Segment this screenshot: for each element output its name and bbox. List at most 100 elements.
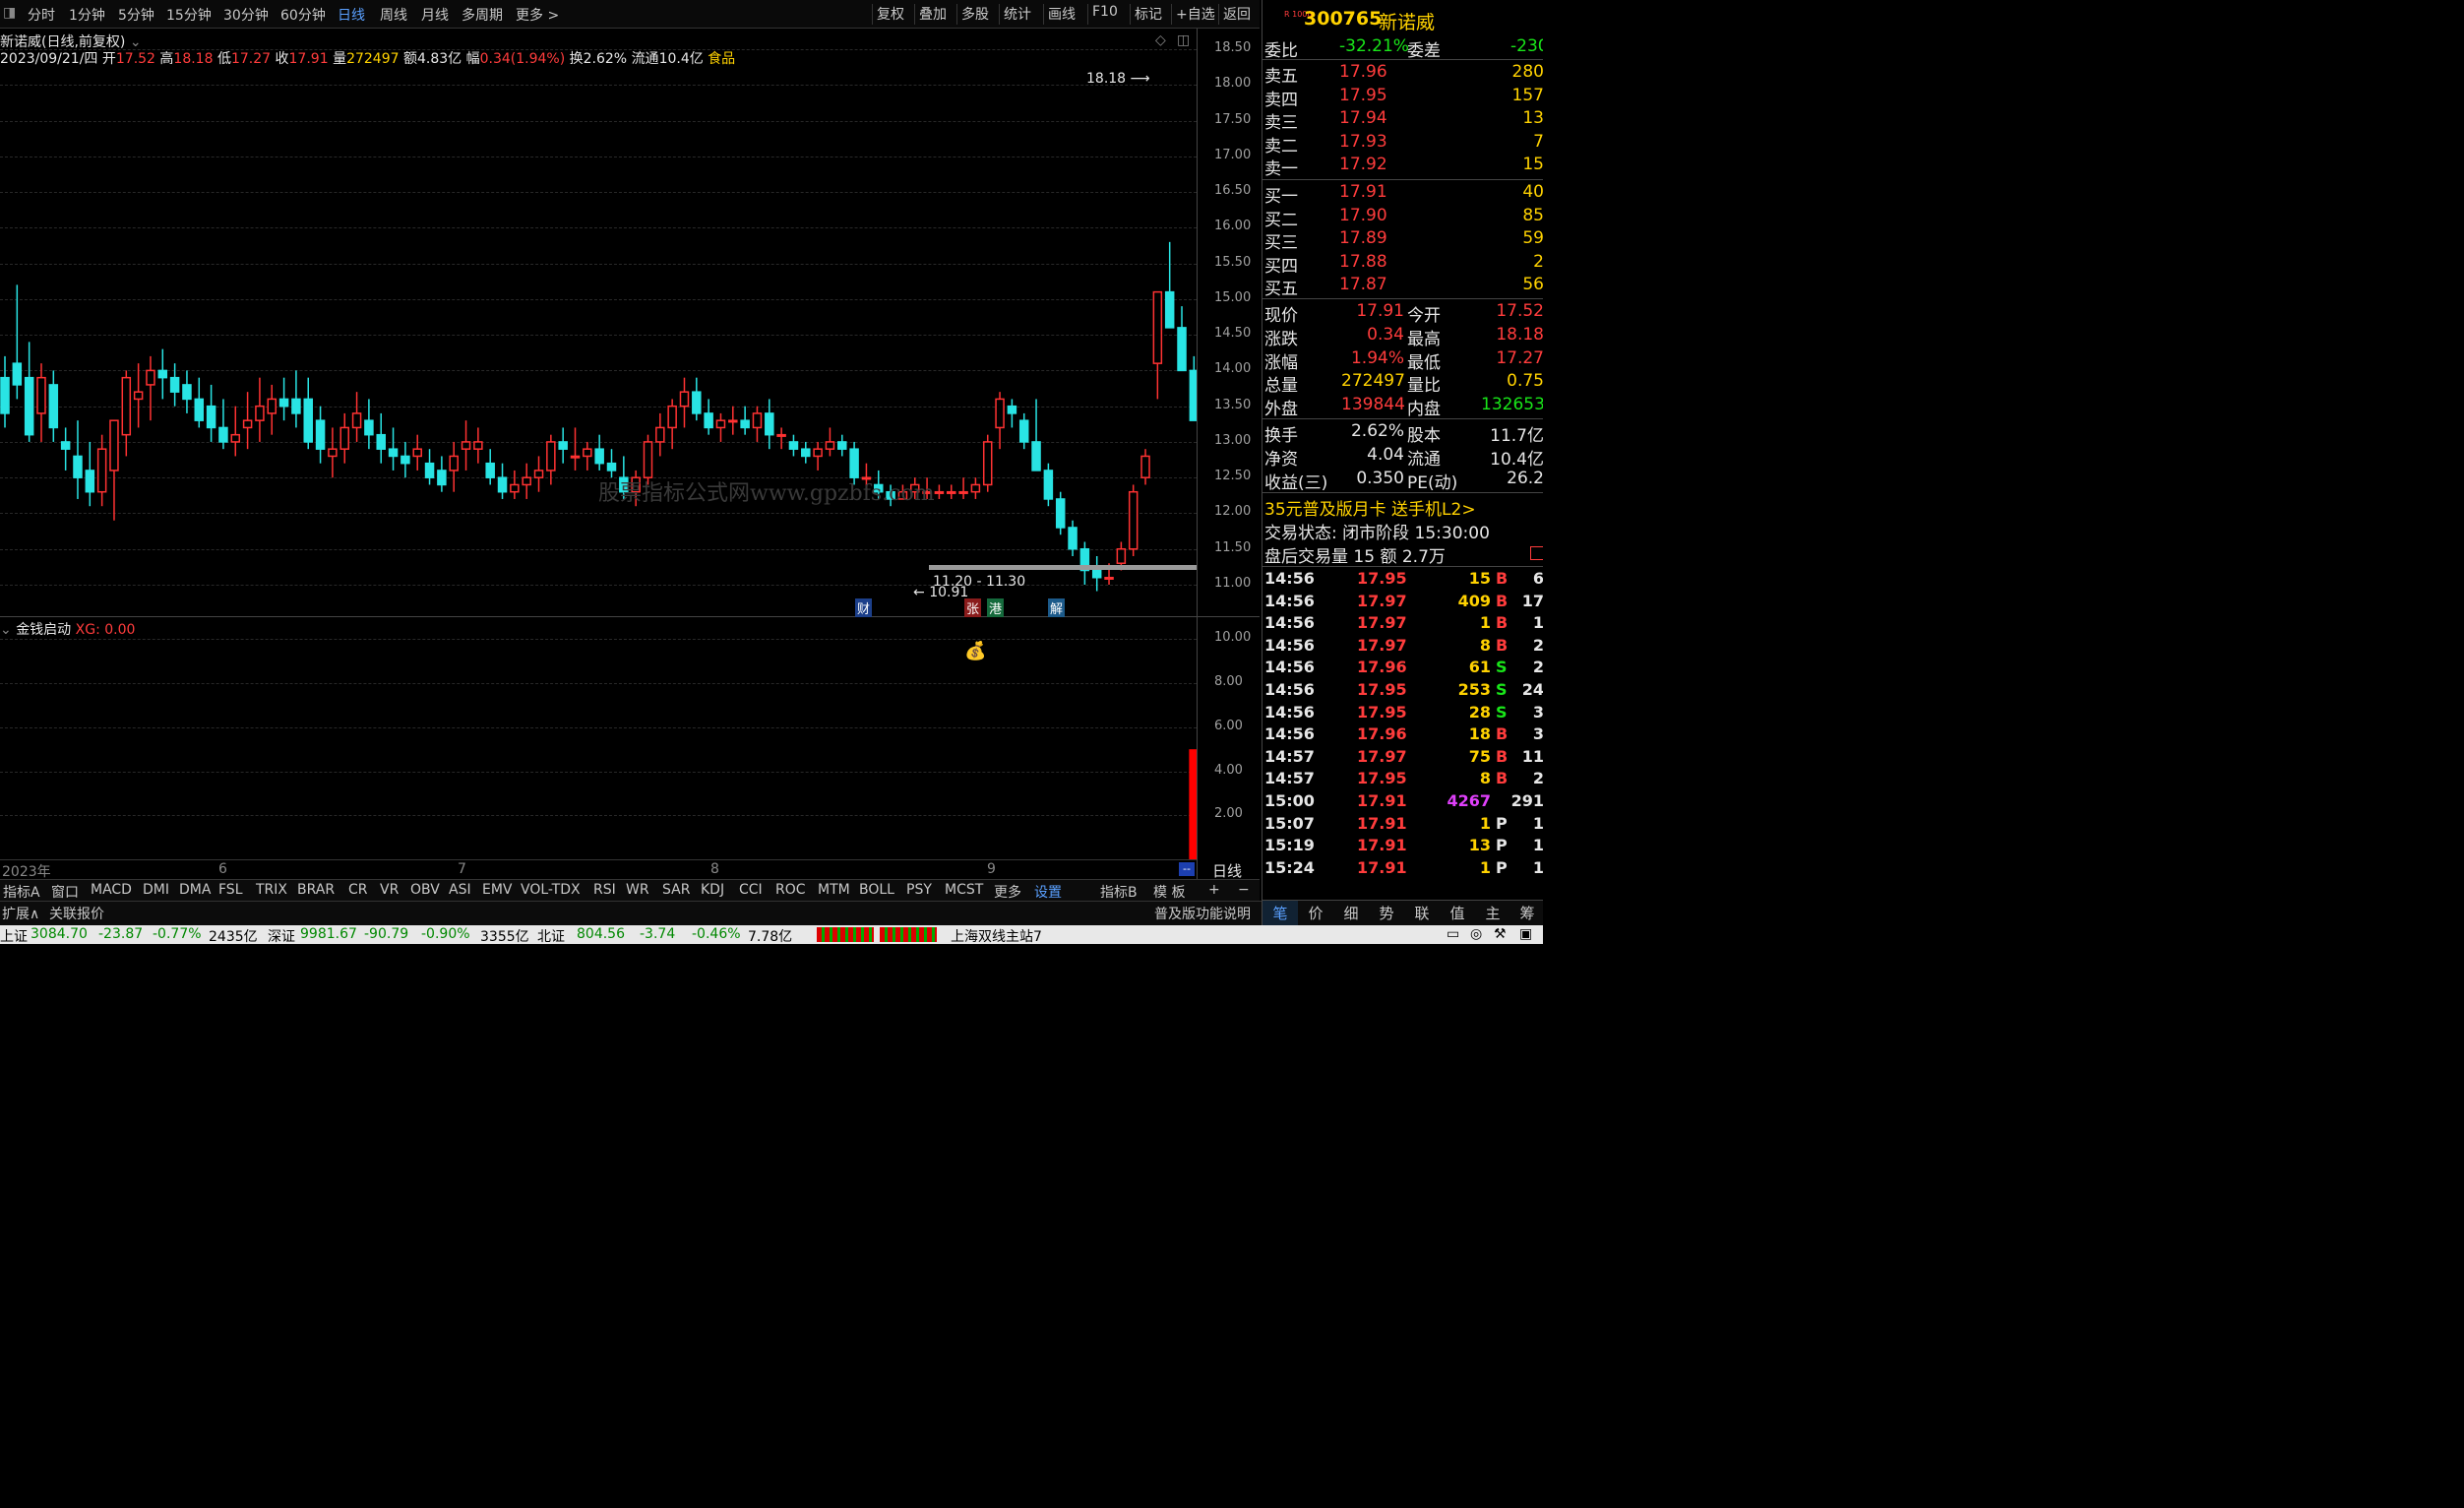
- candle-up[interactable]: [934, 490, 945, 494]
- candle-down[interactable]: [315, 419, 326, 450]
- candle-up[interactable]: [146, 369, 155, 386]
- candle-up[interactable]: [982, 441, 993, 486]
- candle-down[interactable]: [485, 462, 495, 478]
- candle-up[interactable]: [255, 405, 265, 421]
- candle-down[interactable]: [801, 448, 811, 458]
- candle-down[interactable]: [1177, 327, 1187, 372]
- candle-up[interactable]: [267, 398, 277, 414]
- tab-window[interactable]: 窗口: [51, 882, 79, 902]
- candle-down[interactable]: [48, 384, 59, 429]
- candle-down[interactable]: [594, 448, 604, 465]
- candle-down[interactable]: [73, 455, 83, 478]
- candle-up[interactable]: [1104, 576, 1114, 580]
- indicator-b-tab[interactable]: 指标B: [1100, 882, 1138, 902]
- candle-up[interactable]: [522, 476, 531, 486]
- tab-trades[interactable]: 笔: [1263, 901, 1298, 925]
- ask-row[interactable]: 卖三 17.94 13: [1263, 107, 1543, 133]
- candle-down[interactable]: [388, 448, 399, 458]
- candle-up[interactable]: [36, 376, 46, 414]
- tab-value[interactable]: 值: [1440, 901, 1475, 925]
- help-link[interactable]: 普及版功能说明: [1154, 904, 1251, 923]
- candle-down[interactable]: [1189, 369, 1197, 421]
- candle-up[interactable]: [449, 455, 459, 471]
- coin-icon[interactable]: ◎: [1470, 926, 1482, 942]
- server-name[interactable]: 上海双线主站7: [951, 926, 1042, 946]
- candle-up[interactable]: [510, 483, 520, 493]
- bj-label[interactable]: 北证: [537, 926, 565, 946]
- template-tab[interactable]: 模 板: [1153, 882, 1185, 902]
- candle-down[interactable]: [424, 462, 435, 478]
- candle-up[interactable]: [570, 455, 581, 459]
- bid-row[interactable]: 买三 17.89 59: [1263, 227, 1543, 253]
- candle-down[interactable]: [169, 376, 180, 393]
- indicator-a-tab[interactable]: 指标A: [3, 882, 40, 902]
- tab-price[interactable]: 价: [1298, 901, 1333, 925]
- candle-down[interactable]: [692, 391, 702, 414]
- sz-label[interactable]: 深证: [268, 926, 295, 946]
- ask-row[interactable]: 卖一 17.92 15: [1263, 154, 1543, 179]
- candle-down[interactable]: [291, 398, 301, 414]
- tab-more-indicators[interactable]: 更多: [994, 882, 1021, 902]
- candle-down[interactable]: [364, 419, 374, 436]
- tab-vol-tdx[interactable]: VOL-TDX: [521, 882, 581, 898]
- tab-wr[interactable]: WR: [626, 882, 649, 898]
- candle-down[interactable]: [1055, 498, 1066, 529]
- candle-up[interactable]: [813, 448, 823, 458]
- candle-down[interactable]: [1007, 405, 1017, 414]
- candle-down[interactable]: [606, 462, 617, 471]
- candle-up[interactable]: [1128, 490, 1139, 550]
- candle-up[interactable]: [339, 426, 349, 450]
- candle-down[interactable]: [1043, 470, 1054, 500]
- candle-down[interactable]: [765, 412, 774, 436]
- tab-cr[interactable]: CR: [348, 882, 368, 898]
- candle-down[interactable]: [182, 384, 192, 401]
- window-icon[interactable]: ▭: [1447, 926, 1459, 942]
- tab-trend[interactable]: 势: [1369, 901, 1404, 925]
- tab-mcst[interactable]: MCST: [945, 882, 983, 898]
- candle-down[interactable]: [1031, 441, 1041, 471]
- candle-up[interactable]: [546, 441, 556, 471]
- candle-up[interactable]: [970, 483, 981, 493]
- tab-roc[interactable]: ROC: [775, 882, 806, 898]
- ask-row[interactable]: 卖五 17.96 280: [1263, 61, 1543, 87]
- candle-down[interactable]: [837, 441, 847, 450]
- candlestick-chart[interactable]: [0, 0, 1197, 616]
- tab-vr[interactable]: VR: [380, 882, 399, 898]
- tab-brar[interactable]: BRAR: [297, 882, 335, 898]
- tab-main[interactable]: 主: [1475, 901, 1510, 925]
- bid-row[interactable]: 买四 17.88 2: [1263, 251, 1543, 277]
- candle-up[interactable]: [351, 412, 362, 429]
- scroll-end-icon[interactable]: --: [1179, 862, 1195, 876]
- tab-dma[interactable]: DMA: [179, 882, 211, 898]
- tab-sar[interactable]: SAR: [662, 882, 690, 898]
- candle-up[interactable]: [533, 470, 544, 478]
- tab-trix[interactable]: TRIX: [256, 882, 287, 898]
- candle-up[interactable]: [412, 448, 422, 458]
- candle-down[interactable]: [1068, 527, 1078, 550]
- candle-up[interactable]: [109, 419, 119, 471]
- ask-row[interactable]: 卖二 17.93 7: [1263, 131, 1543, 157]
- candle-down[interactable]: [12, 362, 23, 386]
- candle-up[interactable]: [133, 391, 144, 401]
- candle-up[interactable]: [728, 419, 738, 423]
- candle-up[interactable]: [1140, 455, 1150, 478]
- candle-down[interactable]: [218, 426, 228, 443]
- candle-up[interactable]: [995, 398, 1005, 429]
- candle-down[interactable]: [206, 405, 216, 429]
- candle-up[interactable]: [583, 448, 592, 458]
- expand-box-icon[interactable]: [1530, 546, 1543, 560]
- candle-up[interactable]: [946, 490, 956, 494]
- tab-emv[interactable]: EMV: [482, 882, 513, 898]
- tab-rsi[interactable]: RSI: [593, 882, 616, 898]
- candle-down[interactable]: [0, 376, 10, 414]
- candle-up[interactable]: [643, 441, 653, 478]
- candle-up[interactable]: [667, 405, 677, 429]
- bid-row[interactable]: 买一 17.91 40: [1263, 181, 1543, 207]
- candle-up[interactable]: [1152, 290, 1163, 364]
- tab-boll[interactable]: BOLL: [859, 882, 894, 898]
- candle-down[interactable]: [60, 441, 71, 450]
- event-tag-finance[interactable]: 财: [855, 598, 873, 617]
- add-pane-button[interactable]: +: [1208, 882, 1220, 898]
- tab-macd[interactable]: MACD: [91, 882, 132, 898]
- candle-up[interactable]: [655, 426, 665, 443]
